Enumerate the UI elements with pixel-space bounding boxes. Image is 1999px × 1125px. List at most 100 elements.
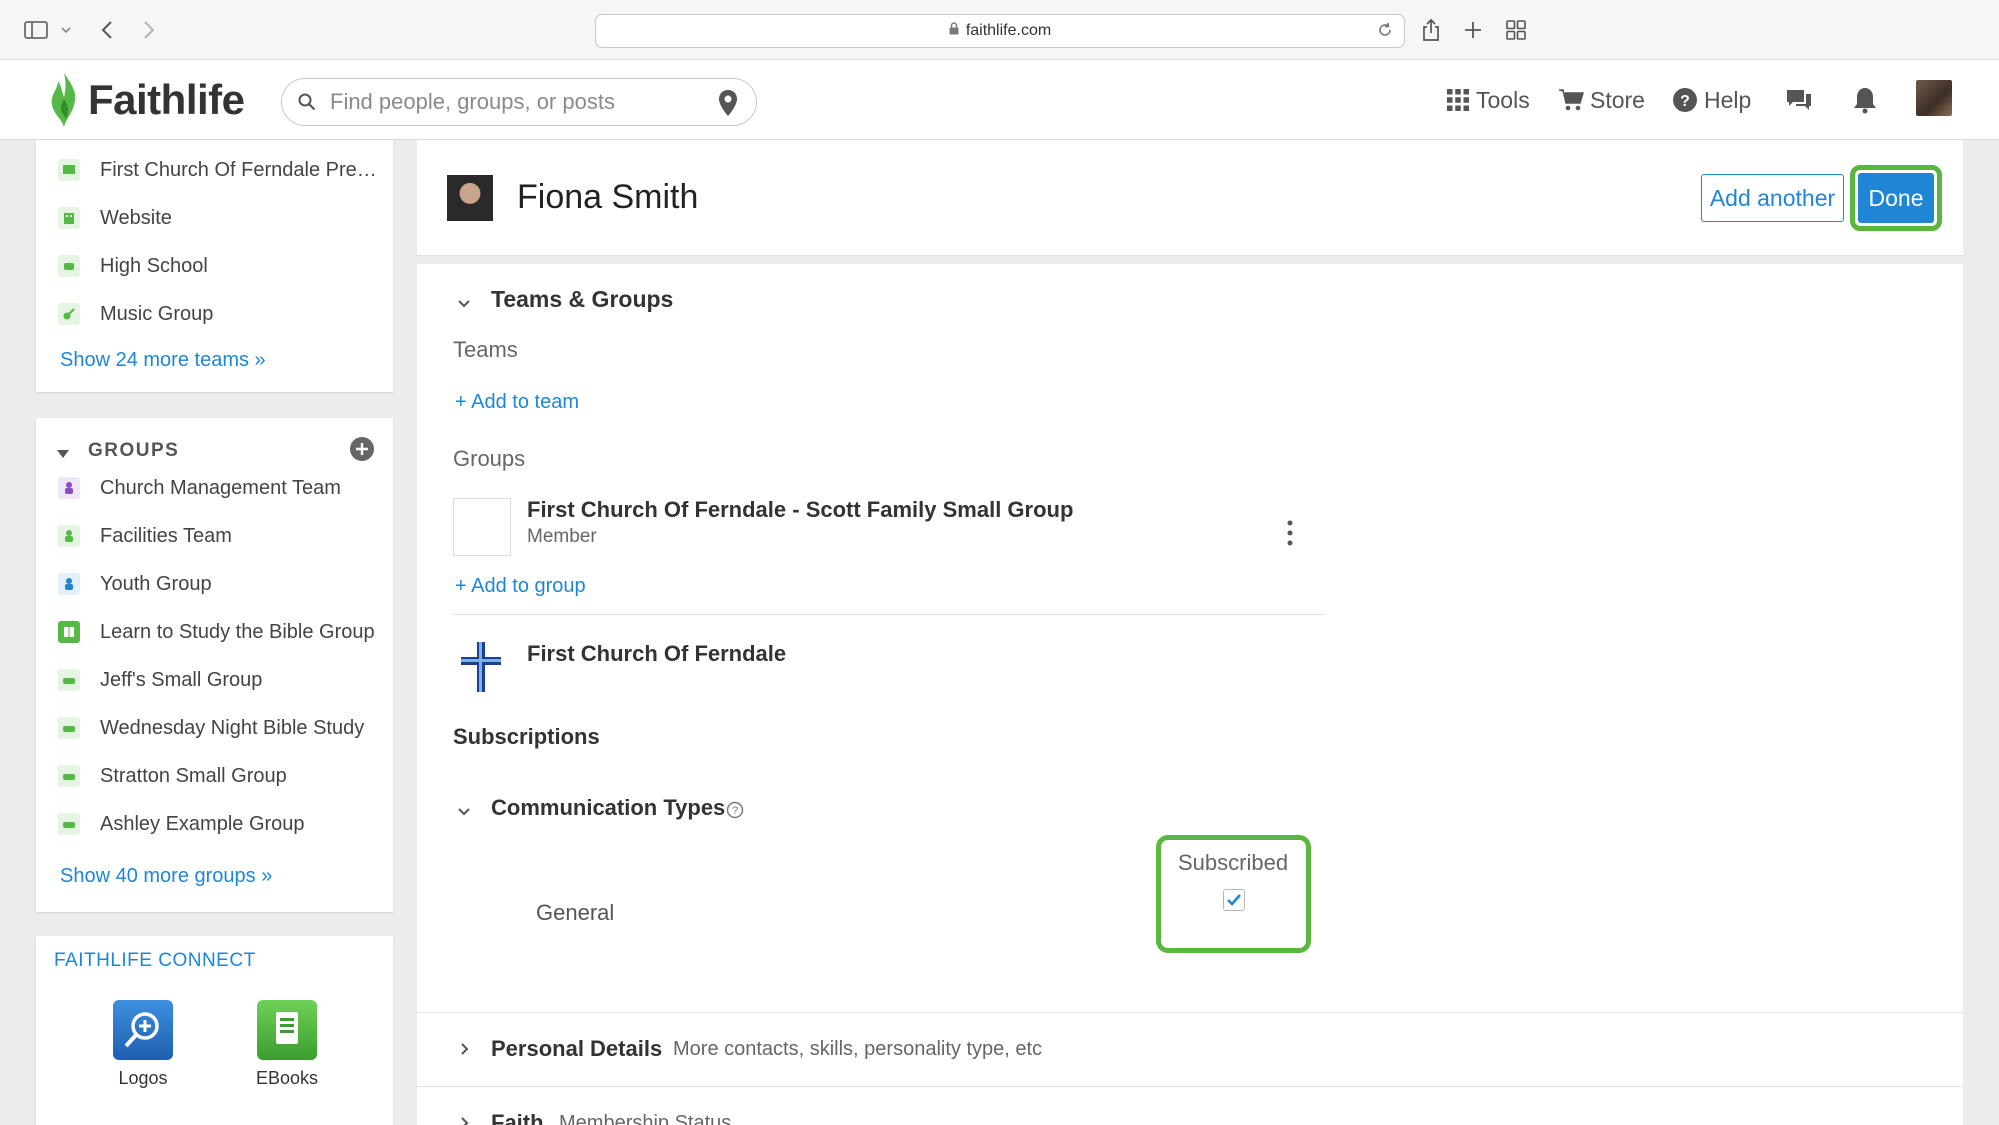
show-more-teams-link[interactable]: Show 24 more teams »	[60, 349, 266, 372]
add-another-button[interactable]: Add another	[1701, 174, 1844, 222]
sidebar-group-label: Ashley Example Group	[100, 812, 305, 835]
teams-groups-heading[interactable]: Teams & Groups	[491, 286, 673, 313]
ebooks-app-tile[interactable]: EBooks	[232, 1000, 342, 1089]
logos-label: Logos	[118, 1068, 168, 1088]
sidebar-team-item[interactable]: Website	[58, 203, 172, 233]
sidebar-team-item[interactable]: First Church Of Ferndale Pre…	[58, 155, 377, 185]
faithlife-connect-panel: FAITHLIFE CONNECT Logos EBooks	[36, 936, 393, 1125]
sidebar-toggle-icon[interactable]	[22, 14, 50, 46]
nav-store-label: Store	[1590, 86, 1645, 113]
sidebar-group-label: Learn to Study the Bible Group	[100, 620, 375, 643]
sidebar-team-item[interactable]: High School	[58, 251, 208, 281]
nav-tools[interactable]: Tools	[1446, 82, 1530, 118]
share-icon[interactable]	[1418, 14, 1444, 46]
reload-icon[interactable]	[1376, 21, 1394, 44]
help-icon: ?	[1673, 88, 1697, 112]
divider	[453, 614, 1325, 615]
building-icon	[58, 207, 80, 229]
sidebar-group-item[interactable]: Learn to Study the Bible Group	[58, 617, 375, 647]
personal-details-hint: More contacts, skills, personality type,…	[673, 1038, 1043, 1060]
info-question-icon[interactable]: ?	[726, 801, 744, 824]
couch-icon	[58, 765, 80, 787]
forward-icon[interactable]	[138, 14, 160, 46]
organization-name: First Church Of Ferndale	[527, 641, 787, 666]
sidebar-group-item[interactable]: Ashley Example Group	[58, 809, 305, 839]
sidebar-group-label: Jeff's Small Group	[100, 668, 263, 691]
cart-icon	[1559, 89, 1584, 111]
add-to-team-link[interactable]: + Add to team	[455, 391, 579, 414]
search-box[interactable]: Find people, groups, or posts	[281, 78, 757, 126]
collapse-triangle-icon[interactable]	[56, 446, 70, 464]
show-more-groups-link[interactable]: Show 40 more groups »	[60, 865, 272, 888]
flame-icon	[51, 73, 76, 127]
more-options-icon[interactable]	[1287, 520, 1293, 551]
nav-store[interactable]: Store	[1558, 82, 1645, 118]
nav-help[interactable]: ? Help	[1672, 82, 1751, 118]
sidebar-group-item[interactable]: Church Management Team	[58, 473, 341, 503]
sidebar-group-label: Youth Group	[100, 572, 212, 595]
search-input[interactable]: Find people, groups, or posts	[330, 89, 615, 115]
couch-icon	[58, 813, 80, 835]
svg-text:?: ?	[732, 805, 738, 817]
messages-icon[interactable]	[1784, 82, 1820, 118]
ebooks-icon	[257, 1000, 317, 1060]
sidebar-group-item[interactable]: Jeff's Small Group	[58, 665, 262, 695]
done-button[interactable]: Done	[1858, 173, 1934, 223]
groups-label: Groups	[453, 446, 526, 471]
checkmark-icon	[1227, 894, 1241, 906]
group-role: Member	[527, 526, 597, 547]
chevron-down-icon[interactable]	[457, 804, 471, 822]
profile-photo	[447, 175, 493, 221]
new-tab-icon[interactable]	[1460, 14, 1486, 46]
profile-name: Fiona Smith	[517, 178, 699, 216]
group-name[interactable]: First Church Of Ferndale - Scott Family …	[527, 497, 1073, 523]
tab-overview-icon[interactable]	[1502, 14, 1530, 46]
sidebar-team-label: High School	[100, 254, 208, 277]
location-pin-icon[interactable]	[718, 89, 738, 122]
group-people-icon	[58, 525, 80, 547]
groups-panel: GROUPS Church Management Team Facilities…	[36, 418, 393, 912]
sidebar-group-item[interactable]: Wednesday Night Bible Study	[58, 713, 364, 743]
logos-icon	[113, 1000, 173, 1060]
url-text: faithlife.com	[965, 22, 1052, 39]
faith-heading[interactable]: Faith	[491, 1110, 544, 1125]
back-icon[interactable]	[96, 14, 118, 46]
general-subscribed-checkbox[interactable]	[1223, 889, 1245, 911]
guitar-icon	[58, 303, 80, 325]
sidebar-group-label: Facilities Team	[100, 524, 232, 547]
sidebar-group-item[interactable]: Youth Group	[58, 569, 212, 599]
address-bar[interactable]: faithlife.com	[595, 14, 1405, 48]
logo-text: Faithlife	[88, 76, 245, 123]
teams-panel: First Church Of Ferndale Pre… Website Hi…	[36, 140, 393, 392]
notifications-bell-icon[interactable]	[1852, 82, 1884, 118]
communication-types-heading[interactable]: Communication Types	[491, 795, 725, 821]
personal-details-heading[interactable]: Personal Details	[491, 1036, 662, 1062]
couch-icon	[58, 669, 80, 691]
connect-title: FAITHLIFE CONNECT	[54, 950, 256, 971]
lock-icon	[949, 22, 959, 40]
chevron-right-icon[interactable]	[460, 1116, 470, 1125]
user-avatar[interactable]	[1916, 80, 1952, 116]
chevron-down-icon[interactable]	[457, 296, 471, 314]
church-cross-icon	[461, 642, 501, 697]
sidebar-team-item[interactable]: Music Group	[58, 299, 213, 329]
sidebar-group-item[interactable]: Facilities Team	[58, 521, 232, 551]
faithlife-logo[interactable]: Faithlife	[44, 70, 245, 130]
faith-hint: Membership Status	[559, 1112, 732, 1125]
sidebar-group-label: Wednesday Night Bible Study	[100, 716, 365, 739]
add-to-group-link[interactable]: + Add to group	[455, 575, 586, 598]
add-group-plus-icon[interactable]	[349, 436, 375, 467]
divider	[417, 1086, 1963, 1087]
person-icon	[58, 573, 80, 595]
chevron-right-icon[interactable]	[460, 1042, 470, 1061]
groups-section-title: GROUPS	[88, 440, 180, 461]
chevron-down-icon[interactable]	[58, 14, 74, 46]
subscriptions-heading: Subscriptions	[453, 724, 600, 749]
browser-toolbar: faithlife.com	[0, 0, 1999, 60]
app-header: Faithlife Find people, groups, or posts …	[0, 60, 1999, 140]
grid-icon	[1447, 89, 1469, 111]
sidebar-group-item[interactable]: Stratton Small Group	[58, 761, 287, 791]
profile-header: Fiona Smith Add another Done	[417, 140, 1963, 256]
logos-app-tile[interactable]: Logos	[88, 1000, 198, 1089]
sidebar-team-label: First Church Of Ferndale Pre…	[100, 158, 377, 181]
